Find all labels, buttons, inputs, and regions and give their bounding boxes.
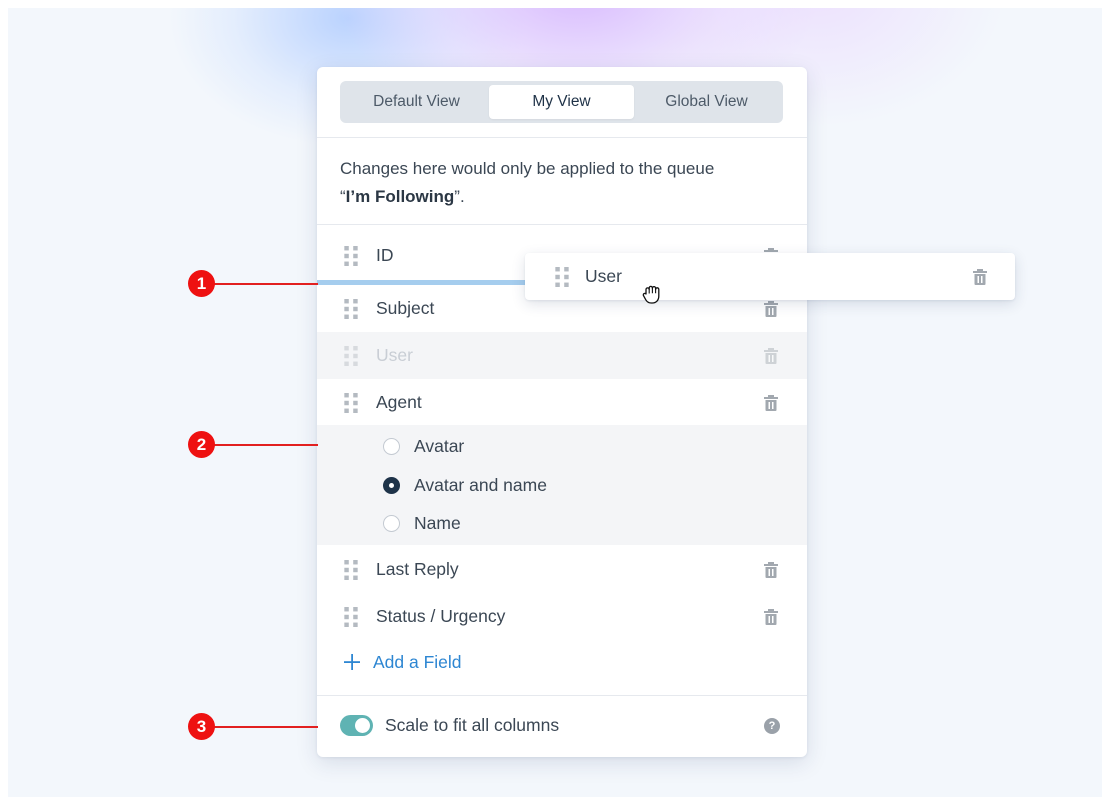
field-label: Agent: [376, 392, 422, 412]
trash-icon[interactable]: [764, 561, 778, 578]
field-label: Status / Urgency: [376, 606, 506, 626]
tab-default-view[interactable]: Default View: [344, 85, 489, 119]
tab-global-view[interactable]: Global View: [634, 85, 779, 119]
drag-handle-icon[interactable]: [344, 606, 358, 627]
callout-badge-1: 1: [188, 270, 215, 297]
field-row-status-urgency[interactable]: Status / Urgency: [317, 593, 807, 640]
tab-my-view[interactable]: My View: [489, 85, 634, 119]
scope-description: Changes here would only be applied to th…: [340, 155, 780, 211]
field-row-agent[interactable]: Agent: [317, 379, 807, 426]
field-row-last-reply[interactable]: Last Reply: [317, 546, 807, 593]
option-avatar[interactable]: Avatar: [383, 428, 464, 464]
view-segmented-control: Default View My View Global View: [340, 81, 783, 123]
plus-icon: [344, 654, 360, 670]
callout-badge-2: 2: [188, 431, 215, 458]
callout-badge-3: 3: [188, 713, 215, 740]
field-label: ID: [376, 245, 394, 265]
quote-close: ”.: [454, 187, 465, 206]
divider: [317, 137, 807, 138]
add-field-button[interactable]: Add a Field: [344, 648, 462, 676]
panel-footer: Scale to fit all columns ?: [317, 696, 807, 757]
option-name[interactable]: Name: [383, 505, 461, 541]
drag-handle-icon[interactable]: [344, 245, 358, 266]
trash-icon[interactable]: [764, 608, 778, 625]
drag-handle-icon[interactable]: [344, 559, 358, 580]
option-avatar-and-name[interactable]: Avatar and name: [383, 467, 547, 503]
help-icon[interactable]: ?: [764, 718, 780, 734]
option-label: Avatar: [414, 435, 465, 456]
dragged-field-label: User: [585, 266, 622, 286]
field-row-user-placeholder: User: [317, 332, 807, 379]
trash-icon: [764, 347, 778, 364]
callout-line: [214, 283, 318, 285]
callout-line: [214, 726, 318, 728]
column-settings-panel: Default View My View Global View Changes…: [317, 67, 807, 757]
radio-button[interactable]: [383, 514, 400, 532]
trash-icon[interactable]: [764, 300, 778, 317]
toggle-label: Scale to fit all columns: [385, 715, 560, 735]
description-text: Changes here would only be applied to th…: [340, 159, 715, 178]
drag-handle-icon: [344, 345, 358, 366]
agent-display-options: Avatar Avatar and name Name: [317, 425, 807, 545]
grab-cursor-icon: [642, 285, 660, 304]
trash-icon[interactable]: [973, 268, 987, 285]
option-label: Name: [414, 512, 461, 533]
field-label: Last Reply: [376, 559, 459, 579]
divider: [317, 224, 807, 225]
field-label: Subject: [376, 298, 435, 318]
drag-handle-icon[interactable]: [344, 392, 358, 413]
field-label: User: [376, 345, 413, 365]
drag-handle-icon[interactable]: [555, 266, 569, 287]
option-label: Avatar and name: [414, 474, 547, 495]
queue-name: I’m Following: [345, 187, 455, 206]
dragged-field-user[interactable]: User: [525, 253, 1015, 300]
trash-icon[interactable]: [764, 394, 778, 411]
scale-to-fit-toggle[interactable]: [340, 715, 373, 736]
add-field-label: Add a Field: [373, 651, 462, 672]
callout-line: [214, 444, 318, 446]
radio-button-selected[interactable]: [383, 476, 400, 494]
radio-button[interactable]: [383, 437, 400, 455]
drag-handle-icon[interactable]: [344, 298, 358, 319]
